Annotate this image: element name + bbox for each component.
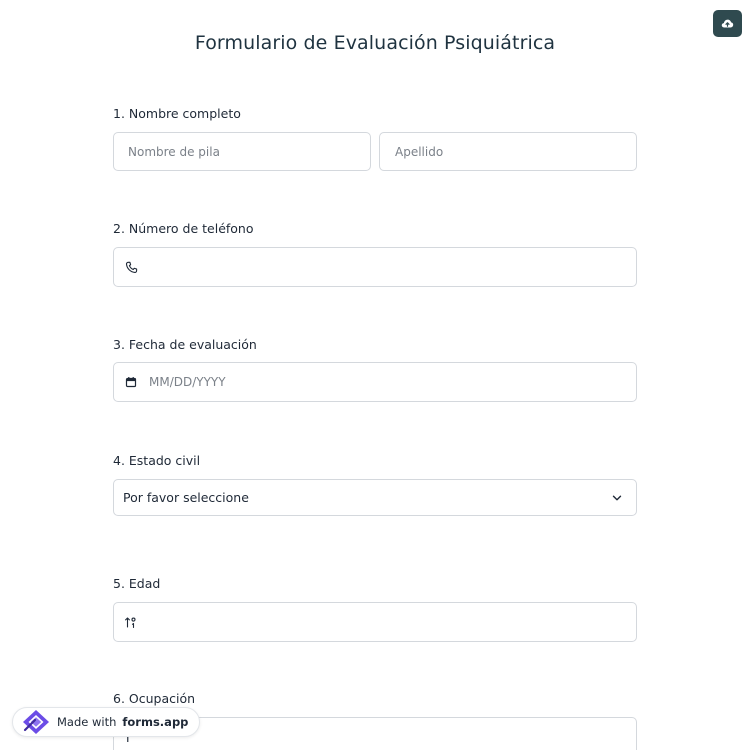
page-title: Formulario de Evaluación Psiquiátrica: [194, 32, 556, 54]
calendar-icon: [123, 374, 139, 390]
question-label-occupation: 6. Ocupación: [113, 691, 196, 706]
question-label-age: 5. Edad: [113, 576, 161, 591]
first-name-field: [113, 132, 371, 171]
question-label-phone: 2. Número de teléfono: [113, 221, 254, 236]
chevron-down-icon: [609, 490, 625, 506]
phone-input[interactable]: [147, 260, 636, 274]
first-name-input[interactable]: [128, 144, 370, 159]
cloud-upload-icon: [721, 18, 734, 29]
question-label-marital-status: 4. Estado civil: [113, 453, 201, 468]
last-name-input[interactable]: [395, 144, 636, 159]
last-name-field: [379, 132, 637, 171]
phone-field: [113, 247, 637, 287]
badge-brand-text: forms.app: [122, 715, 189, 729]
age-input[interactable]: [147, 615, 636, 629]
made-with-forms-app-badge[interactable]: Made with forms.app: [12, 707, 201, 737]
marital-status-select[interactable]: Por favor seleccione: [113, 479, 637, 516]
badge-prefix-text: Made with: [57, 715, 117, 729]
form-page: Formulario de Evaluación Psiquiátrica 1.…: [0, 0, 750, 750]
evaluation-date-field: [113, 362, 637, 402]
marital-status-selected-value: Por favor seleccione: [123, 490, 249, 505]
question-label-evaluation-date: 3. Fecha de evaluación: [113, 337, 257, 352]
question-label-full-name: 1. Nombre completo: [113, 106, 241, 121]
age-field: [113, 602, 637, 642]
forms-app-logo-icon: [21, 709, 51, 735]
evaluation-date-input[interactable]: [149, 375, 636, 389]
number-sort-icon: [123, 614, 139, 630]
phone-icon: [123, 259, 139, 275]
